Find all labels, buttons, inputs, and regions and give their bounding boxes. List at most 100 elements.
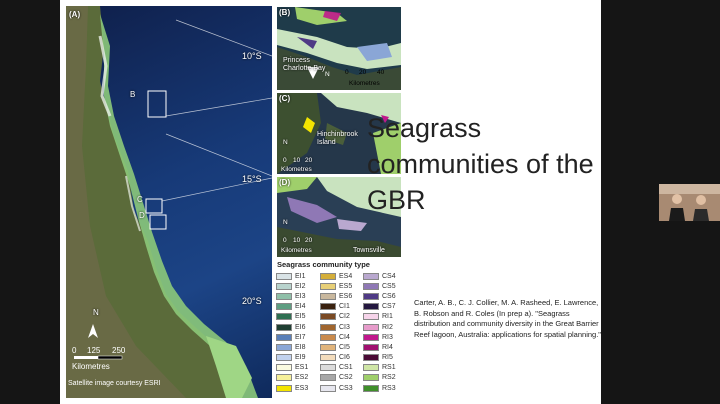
legend-swatch xyxy=(363,313,379,321)
legend-label: ES4 xyxy=(339,272,353,280)
legend-item: CI5 xyxy=(320,342,353,352)
legend-swatch xyxy=(276,354,292,362)
legend-swatch xyxy=(276,282,292,290)
scale-tick: 10 xyxy=(293,157,301,164)
legend-label: CI4 xyxy=(339,333,350,341)
legend-item: EI7 xyxy=(276,332,308,342)
scale-tick: 0 xyxy=(283,157,287,164)
scale-tick: 40 xyxy=(377,69,385,76)
legend-swatch xyxy=(320,343,336,351)
legend-label: ES3 xyxy=(295,384,309,392)
box-d xyxy=(149,214,167,230)
satellite-map-graphic xyxy=(66,6,272,398)
legend-label: ES6 xyxy=(339,292,353,300)
legend-label: RI5 xyxy=(382,354,393,362)
legend-label: EI6 xyxy=(295,323,306,331)
legend-item: RS3 xyxy=(363,383,396,393)
legend-label: EI4 xyxy=(295,303,306,311)
legend-item: ES1 xyxy=(276,363,308,373)
legend-swatch xyxy=(320,313,336,321)
legend-swatch xyxy=(363,333,379,341)
legend-swatch xyxy=(276,303,292,311)
legend-item: CI2 xyxy=(320,312,353,322)
legend-item: CI4 xyxy=(320,332,353,342)
legend-item: EI3 xyxy=(276,291,308,301)
webcam-thumbnail[interactable] xyxy=(659,184,720,221)
legend-swatch xyxy=(363,272,379,280)
latitude-label: 15°S xyxy=(242,174,262,184)
legend-swatch xyxy=(276,364,292,372)
legend-swatch xyxy=(320,374,336,382)
legend-swatch xyxy=(276,272,292,280)
scale-tick: 20 xyxy=(359,69,367,76)
seagrass-map-figure: (A) 10°S 15°S 20°S B C D N 0 125 250 Kil… xyxy=(66,6,402,398)
legend-swatch xyxy=(276,374,292,382)
legend-item: RI1 xyxy=(363,312,396,322)
legend-item: ES5 xyxy=(320,281,353,291)
map-panel-b: (B) Princess Charlotte Bay N 0 20 40 Kil… xyxy=(276,6,402,91)
legend-item: RS1 xyxy=(363,363,396,373)
legend-item: EI1 xyxy=(276,271,308,281)
legend-swatch xyxy=(363,323,379,331)
legend-label: EI3 xyxy=(295,292,306,300)
legend-swatch xyxy=(363,374,379,382)
legend-swatch xyxy=(320,272,336,280)
legend-item: ES2 xyxy=(276,373,308,383)
legend-label: EI8 xyxy=(295,343,306,351)
legend-item: RI4 xyxy=(363,342,396,352)
legend-item: CS6 xyxy=(363,291,396,301)
legend-label: ES2 xyxy=(295,374,309,382)
slide-title: Seagrass communities of the GBR xyxy=(367,113,594,215)
scale-tick: 125 xyxy=(87,346,101,355)
participants-video-icon xyxy=(659,184,720,221)
legend-label: CS3 xyxy=(339,384,353,392)
legend-item: ES3 xyxy=(276,383,308,393)
place-label: Hinchinbrook Island xyxy=(317,131,358,146)
legend-label: CI1 xyxy=(339,303,350,311)
legend-item: RS2 xyxy=(363,373,396,383)
image-credit: Satellite image courtesy ESRI xyxy=(68,380,161,387)
panel-d-label: (D) xyxy=(279,178,291,187)
legend-item: RI2 xyxy=(363,322,396,332)
legend-swatch xyxy=(320,364,336,372)
legend-swatch xyxy=(320,282,336,290)
panel-a-label: (A) xyxy=(69,10,81,19)
legend-item: CI1 xyxy=(320,302,353,312)
legend-label: CI6 xyxy=(339,354,350,362)
legend-swatch xyxy=(320,384,336,392)
legend-label: RI1 xyxy=(382,313,393,321)
legend-swatch xyxy=(363,343,379,351)
legend-label: EI9 xyxy=(295,354,306,362)
presentation-slide: (A) 10°S 15°S 20°S B C D N 0 125 250 Kil… xyxy=(60,0,601,404)
legend-label: CS1 xyxy=(339,364,353,372)
video-viewport: (A) 10°S 15°S 20°S B C D N 0 125 250 Kil… xyxy=(0,0,720,404)
legend-item: CS1 xyxy=(320,363,353,373)
legend-label: EI7 xyxy=(295,333,306,341)
legend-item: EI4 xyxy=(276,302,308,312)
legend-label: ES1 xyxy=(295,364,309,372)
legend-item: RI3 xyxy=(363,332,396,342)
community-legend: Seagrass community type EI1 EI2 EI3 EI4 EI5 E… xyxy=(276,260,402,398)
legend-item: CS4 xyxy=(363,271,396,281)
legend-label: EI5 xyxy=(295,313,306,321)
legend-label: CS6 xyxy=(382,292,396,300)
place-label: Townsville xyxy=(353,247,385,254)
scale-tick: 0 xyxy=(345,69,349,76)
legend-item: EI6 xyxy=(276,322,308,332)
legend-item: CS7 xyxy=(363,302,396,312)
box-c xyxy=(145,198,163,214)
legend-column: ES4 ES5 ES6 CI1 CI2 CI3 CI4 CI5 CI6 CS1 CS2 CS3 xyxy=(320,271,353,393)
legend-item: EI9 xyxy=(276,353,308,363)
scale-tick: 10 xyxy=(293,237,301,244)
legend-item: RI5 xyxy=(363,353,396,363)
legend-label: CS2 xyxy=(339,374,353,382)
legend-swatch xyxy=(320,354,336,362)
legend-item: ES4 xyxy=(320,271,353,281)
scale-tick: 0 xyxy=(72,346,77,355)
legend-swatch xyxy=(363,292,379,300)
north-label: N xyxy=(93,308,99,317)
box-b-label: B xyxy=(130,90,136,99)
panel-c-label: (C) xyxy=(279,94,291,103)
legend-item: EI2 xyxy=(276,281,308,291)
legend-swatch xyxy=(363,364,379,372)
